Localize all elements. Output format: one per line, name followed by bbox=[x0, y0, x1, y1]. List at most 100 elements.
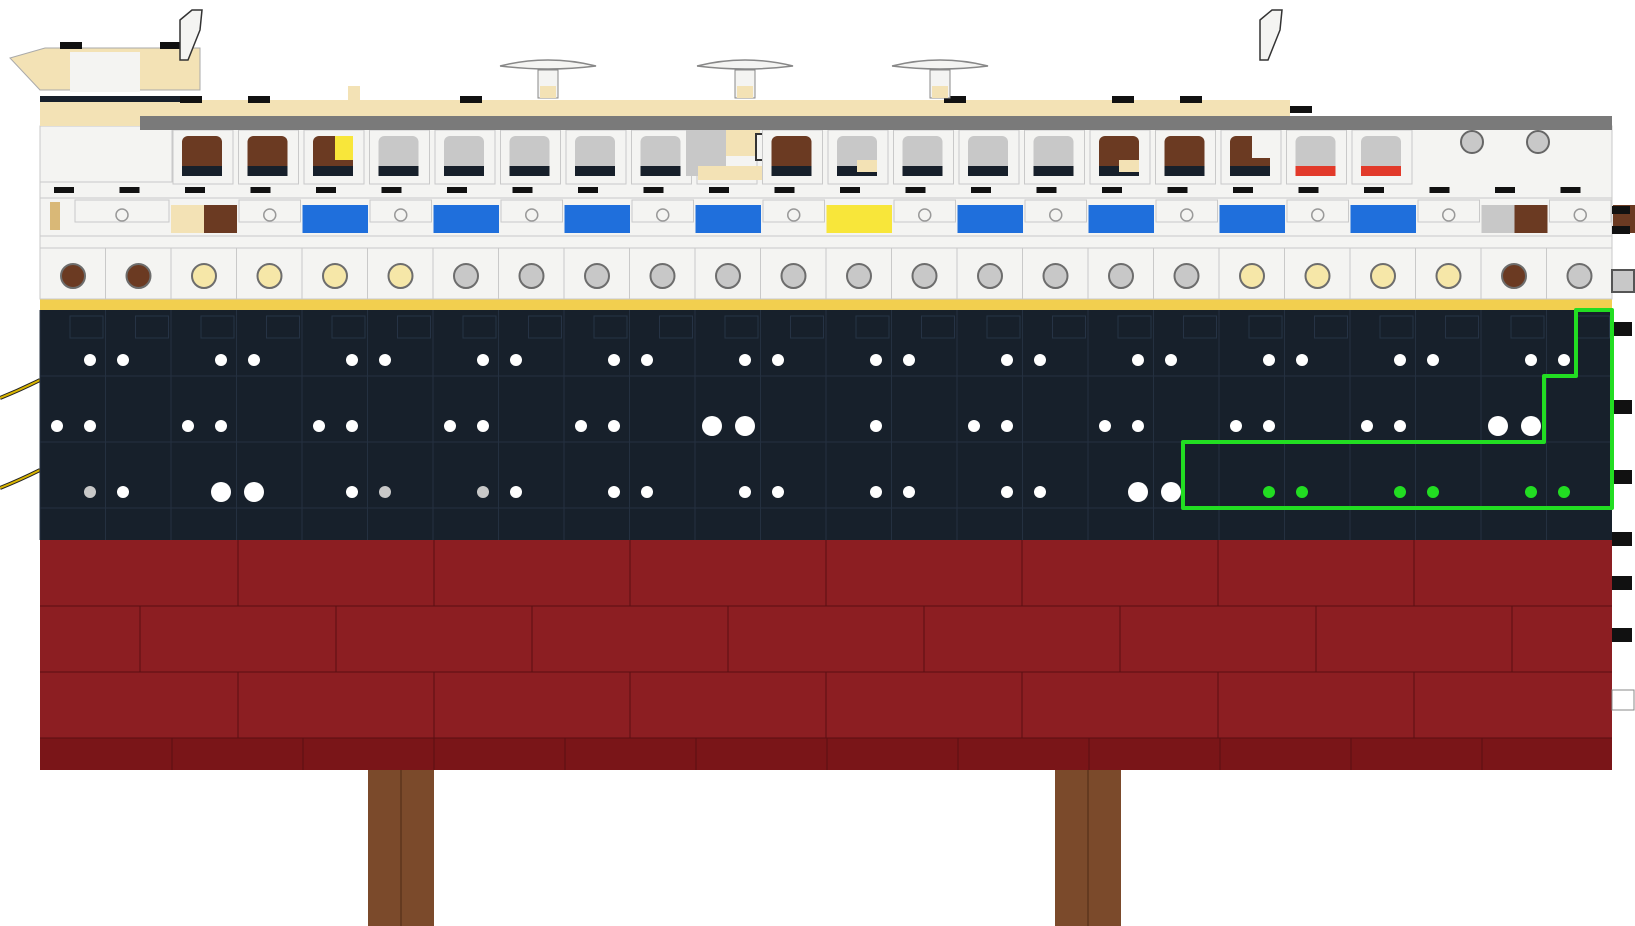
deck-plate bbox=[238, 199, 301, 223]
deck-stud bbox=[1429, 187, 1450, 193]
deck-panel-blue bbox=[564, 205, 630, 233]
porthole bbox=[313, 420, 325, 432]
porthole bbox=[248, 354, 260, 366]
stern-stud bbox=[1612, 400, 1632, 414]
yellow-stripe bbox=[40, 299, 1612, 310]
porthole bbox=[870, 354, 882, 366]
round-window bbox=[1173, 263, 1200, 289]
round-window bbox=[1239, 263, 1265, 289]
blue-deck-row bbox=[39, 197, 1635, 237]
porthole bbox=[1521, 416, 1541, 436]
side-stud bbox=[1612, 226, 1630, 234]
deck-panel-blue bbox=[1088, 205, 1154, 233]
deck-stud bbox=[1495, 187, 1515, 193]
side-stud bbox=[1612, 206, 1630, 214]
porthole bbox=[444, 420, 456, 432]
deck-stud bbox=[250, 187, 271, 193]
deck-round-windows bbox=[39, 235, 1613, 300]
window-sill bbox=[575, 166, 615, 176]
deck-stud bbox=[578, 187, 598, 193]
porthole bbox=[84, 486, 96, 498]
porthole bbox=[346, 354, 358, 366]
stern-stud bbox=[1612, 532, 1632, 546]
deck-plate bbox=[74, 199, 170, 223]
porthole bbox=[1001, 486, 1013, 498]
porthole bbox=[1001, 420, 1013, 432]
porthole bbox=[379, 354, 391, 366]
porthole bbox=[903, 354, 915, 366]
deck-plate bbox=[369, 199, 432, 223]
deck-panel-blue bbox=[302, 205, 368, 233]
davit-crane bbox=[1259, 9, 1283, 61]
yellow-hull-stripe bbox=[40, 299, 1612, 310]
stern-stud bbox=[1612, 322, 1632, 336]
mooring-ropes bbox=[0, 378, 41, 490]
porthole bbox=[1558, 354, 1570, 366]
porthole bbox=[182, 420, 194, 432]
round-window bbox=[387, 263, 414, 289]
lego-ship-hull-section-drawing bbox=[0, 9, 1635, 926]
deck-stud bbox=[185, 187, 205, 193]
porthole bbox=[1230, 420, 1242, 432]
porthole bbox=[1558, 486, 1570, 498]
window-sill bbox=[1164, 166, 1205, 176]
deck-stud bbox=[160, 42, 182, 49]
bow-trim bbox=[40, 96, 190, 102]
porthole bbox=[117, 486, 129, 498]
upper-deck-rail bbox=[140, 116, 1612, 130]
porthole bbox=[641, 486, 653, 498]
porthole bbox=[870, 420, 882, 432]
porthole bbox=[215, 420, 227, 432]
porthole bbox=[1128, 482, 1148, 502]
round-window bbox=[1435, 263, 1462, 289]
deck-stud bbox=[248, 96, 270, 103]
deck-stud bbox=[1233, 187, 1253, 193]
round-window bbox=[322, 263, 348, 289]
deck-stud bbox=[1167, 187, 1188, 193]
porthole bbox=[903, 486, 915, 498]
window-sill bbox=[771, 166, 812, 176]
porthole bbox=[1161, 482, 1181, 502]
stern-fitting bbox=[1611, 689, 1635, 711]
stern-side-studs bbox=[1611, 269, 1635, 711]
deck-stud bbox=[119, 187, 140, 193]
deck-porthole bbox=[1460, 130, 1484, 154]
porthole bbox=[510, 354, 522, 366]
porthole bbox=[772, 486, 784, 498]
deck-panel-blue bbox=[433, 205, 499, 233]
porthole bbox=[608, 420, 620, 432]
porthole bbox=[702, 416, 722, 436]
window-sill bbox=[1295, 166, 1336, 176]
porthole bbox=[1263, 354, 1275, 366]
porthole bbox=[608, 486, 620, 498]
round-window bbox=[715, 263, 741, 289]
deck-plate bbox=[893, 199, 956, 223]
deck-stud bbox=[1036, 187, 1057, 193]
deck-plate bbox=[1549, 199, 1612, 223]
ventilator-base bbox=[932, 86, 948, 98]
boat-deck-top bbox=[9, 9, 1612, 130]
ventilator-cowl bbox=[499, 59, 597, 70]
porthole bbox=[1394, 420, 1406, 432]
deck-stud bbox=[316, 187, 336, 193]
round-window bbox=[1042, 263, 1069, 289]
window-sill bbox=[1230, 166, 1270, 176]
ventilator-cowl bbox=[696, 59, 794, 70]
deck-panel-blue bbox=[1350, 205, 1416, 233]
ventilator-base bbox=[737, 86, 753, 98]
window-sill bbox=[1033, 166, 1074, 176]
porthole bbox=[968, 420, 980, 432]
round-window bbox=[1501, 263, 1527, 289]
window-yellow bbox=[335, 136, 353, 160]
deck-stud bbox=[840, 187, 860, 193]
rope bbox=[0, 379, 41, 399]
round-window bbox=[977, 263, 1003, 289]
round-window bbox=[911, 263, 938, 289]
porthole bbox=[641, 354, 653, 366]
deck-panel-blue bbox=[957, 205, 1023, 233]
porthole bbox=[735, 416, 755, 436]
porthole bbox=[1132, 420, 1144, 432]
stern-fitting bbox=[1611, 269, 1635, 293]
porthole bbox=[1427, 486, 1439, 498]
deck-plate bbox=[1417, 199, 1480, 223]
